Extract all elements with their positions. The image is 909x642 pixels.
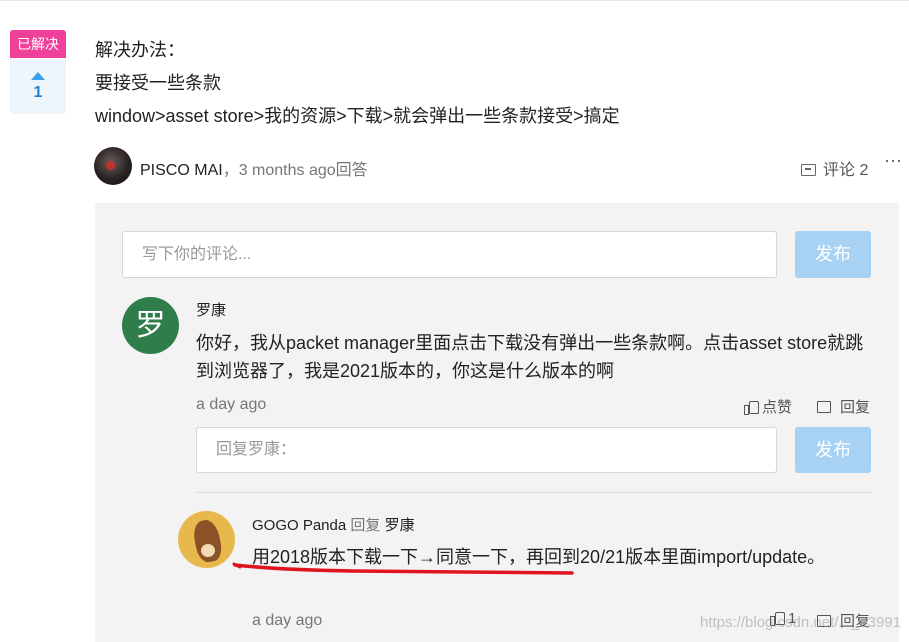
like-label: 点赞	[762, 399, 793, 416]
reply-divider	[196, 492, 871, 493]
meta-separator: ，	[222, 162, 239, 179]
upvote-arrow-icon[interactable]	[31, 72, 45, 80]
reply-target-name[interactable]: 罗康	[385, 517, 415, 534]
author-name[interactable]: PISCO MAI	[140, 162, 223, 179]
publish-comment-button[interactable]: 发布	[795, 231, 871, 278]
answer-meta: PISCO MAI，3 months ago回答	[140, 156, 368, 180]
reply-label: 回复	[840, 399, 871, 416]
red-underline-annotation	[232, 562, 574, 575]
vote-box: 1	[10, 58, 66, 114]
like-button[interactable]: 点赞	[744, 396, 792, 417]
reply-button[interactable]: 回复	[817, 396, 870, 417]
publish-reply-button[interactable]: 发布	[795, 427, 871, 473]
comment-text: 你好，我从packet manager里面点击下载没有弹出一些条款啊。点击ass…	[196, 333, 864, 381]
answer-text-line-2: 要接受一些条款	[95, 73, 221, 93]
answer-text-line-1: 解决办法：	[95, 40, 185, 60]
comments-toggle[interactable]: 评论 2	[801, 156, 868, 180]
reply-input[interactable]: 回复罗康：	[196, 427, 777, 473]
answer-time: 3 months ago回答	[238, 162, 368, 179]
comment-time: a day ago	[196, 396, 267, 413]
reply-header: GOGO Panda 回复 罗康	[252, 514, 415, 535]
top-divider	[0, 0, 909, 1]
answer-text-line-3: window>asset store>我的资源>下载>就会弹出一些条款接受>搞定	[95, 106, 620, 126]
reply-time: a day ago	[252, 612, 323, 629]
reply-author-avatar[interactable]	[178, 511, 235, 568]
thumbs-up-icon	[744, 400, 759, 415]
status-badge: 已解决	[10, 30, 66, 58]
reply-author-name[interactable]: GOGO Panda	[252, 517, 346, 534]
watermark: https://blog.csdn.net/..._43991	[700, 614, 901, 631]
comment-input[interactable]: 写下你的评论...	[122, 231, 777, 278]
more-options-icon[interactable]: ···	[884, 150, 902, 171]
comments-count-label: 评论 2	[823, 162, 869, 179]
comment-icon	[801, 164, 816, 176]
commenter-avatar[interactable]: 罗	[122, 297, 179, 354]
author-avatar[interactable]	[94, 147, 132, 185]
commenter-name[interactable]: 罗康	[196, 299, 226, 320]
reply-word: 回复	[350, 517, 381, 534]
reply-icon	[817, 401, 831, 413]
vote-count: 1	[33, 84, 43, 101]
